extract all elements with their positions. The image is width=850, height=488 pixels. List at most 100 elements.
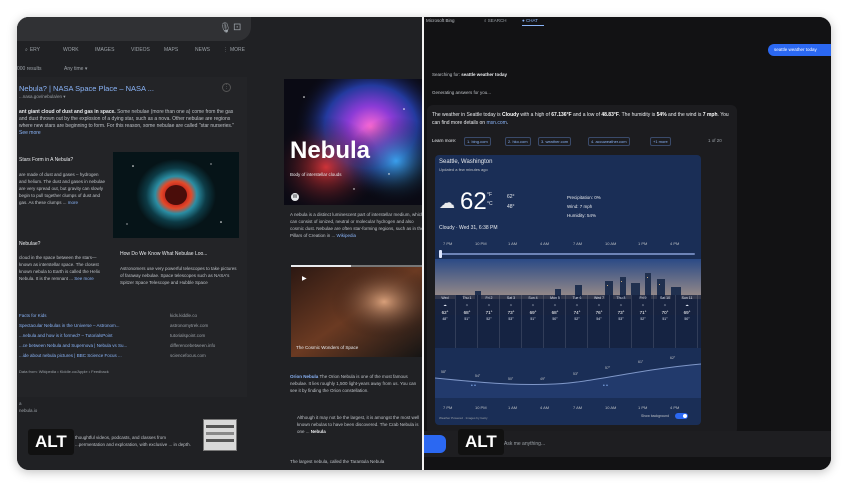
tab-videos[interactable]: VIDEOS	[131, 47, 150, 53]
source-chip[interactable]: 3. weather.com	[538, 137, 572, 146]
msn-link[interactable]: msn.com	[486, 120, 506, 126]
orion-paragraph: Orion Nebula The Orion Nebula is one of …	[290, 373, 422, 394]
more-link[interactable]: more	[68, 200, 78, 205]
sun-icon: ☼	[641, 303, 645, 307]
kp-video[interactable]	[291, 265, 422, 357]
forecast-day[interactable]: Sun 11 ☁ 69° 50°	[677, 295, 698, 348]
day-low: 54°	[596, 317, 602, 321]
result-title-link[interactable]: Nebula? | NASA Space Place – NASA ...	[19, 84, 154, 93]
cloud-icon: ☁	[439, 195, 455, 212]
answer-part: The weather in Seattle today is	[432, 112, 503, 118]
camera-icon[interactable]: ⊡	[233, 22, 241, 33]
source-chip[interactable]: 4. accuweather.com	[588, 137, 630, 146]
forecast-day[interactable]: Sun 4 ☼ 69° 51°	[523, 295, 544, 348]
ask-input[interactable]: Ask me anything...	[504, 441, 545, 447]
tab-maps[interactable]: MAPS	[164, 47, 178, 53]
wikipedia-icon[interactable]: W	[291, 193, 299, 201]
unit-toggle[interactable]: °F °C	[487, 191, 493, 209]
weather-updated: Updated a few minutes ago	[439, 167, 488, 172]
show-background-label: Show background	[641, 414, 670, 418]
link-title[interactable]: ...ide about nebula pictures | BBC Scien…	[19, 353, 122, 358]
hour-label: 10 PM	[475, 241, 487, 246]
hour-label: 7 AM	[573, 405, 583, 410]
show-background-toggle[interactable]	[675, 413, 688, 419]
forecast-day[interactable]: Tue 6 ☼ 74° 52°	[567, 295, 588, 348]
day-label: Sun 11	[681, 296, 693, 300]
more-sources-chip[interactable]: +1 more	[650, 137, 671, 146]
graph-temp: 62°	[670, 356, 676, 360]
split-divider[interactable]	[422, 17, 424, 470]
see-more-link[interactable]: See more	[19, 130, 41, 136]
result-url[interactable]: ...nasa.gov/nebula/en ▾	[19, 94, 66, 100]
tab-news[interactable]: NEWS	[195, 47, 210, 53]
tab-search[interactable]: ⌕ SEARCH	[484, 18, 507, 23]
forecast-day[interactable]: Thu 1 ☼ 68° 51°	[457, 295, 478, 348]
fragment-line: a	[19, 401, 22, 406]
video-thumbnail[interactable]	[203, 419, 237, 451]
tab-images[interactable]: IMAGES	[95, 47, 114, 53]
day-high: 68°	[463, 310, 471, 315]
orion-highlight[interactable]: Orion Nebula	[290, 374, 318, 379]
question-stars-answer: are made of dust and gases – hydrogen an…	[19, 171, 105, 206]
lo-temp: 48°	[507, 204, 515, 210]
question-how-we-know[interactable]: How Do We Know What Nebulae Loo...	[120, 251, 207, 257]
link-title[interactable]: Facts for Kids	[19, 313, 47, 318]
unit-f[interactable]: °F	[487, 191, 493, 200]
tab-everything[interactable]: ⌕ ERY	[25, 47, 40, 53]
tab-label: ERY	[29, 47, 41, 53]
bing-logo[interactable]: Microsoft Bing	[426, 18, 455, 23]
day-high: 76°	[595, 310, 603, 315]
forecast-day[interactable]: Mon 5 ☼ 68° 50°	[545, 295, 566, 348]
unit-c[interactable]: °C	[487, 200, 493, 209]
forecast-day[interactable]: Wed 7 ☼ 76° 54°	[589, 295, 610, 348]
graph-hour-labels: 7 PM 10 PM 1 AM 4 AM 7 AM 10 AM 1 PM 4 P…	[435, 405, 701, 413]
new-topic-button[interactable]	[424, 435, 446, 453]
forecast-day[interactable]: Wed ☁ 62° 48°	[435, 295, 456, 348]
kp-description: A nebula is a distinct luminescent part …	[290, 211, 422, 239]
day-label: Thu 1	[462, 296, 472, 300]
hour-label: 1 PM	[638, 405, 648, 410]
day-high: 69°	[529, 310, 537, 315]
forecast-day[interactable]: Thu 8 ☼ 73° 53°	[611, 295, 632, 348]
helix-nebula-image[interactable]	[113, 152, 239, 238]
forecast-day[interactable]: Sat 10 ☼ 70° 51°	[655, 295, 676, 348]
forecast-day[interactable]: Fri 2 ☼ 71° 52°	[479, 295, 500, 348]
question-how-answer: Astronomers use very powerful telescopes…	[120, 266, 237, 285]
links-source: Data from: Wikipedia • Kiddle.co/Apple •…	[19, 369, 109, 374]
day-low: 52°	[574, 317, 580, 321]
slider-handle[interactable]	[439, 250, 442, 258]
day-high: 69°	[683, 310, 691, 315]
user-message: seattle weather today	[768, 44, 831, 56]
day-low: 53°	[508, 317, 514, 321]
link-domain: tutorialspoint.com	[170, 333, 206, 338]
question-nebulae[interactable]: Nebulae?	[19, 241, 40, 247]
weather-card[interactable]: Seattle, Washington Updated a few minute…	[435, 155, 701, 425]
video-caption: The Cosmic Wonders of Space	[296, 345, 359, 350]
forecast-day[interactable]: Fri 9 ☼ 71° 52°	[633, 295, 654, 348]
forecast-day[interactable]: Sat 3 ☼ 73° 53°	[501, 295, 522, 348]
graph-temp: 54°	[475, 374, 481, 378]
fragment-line: nebula.io	[19, 408, 38, 413]
tab-more[interactable]: ⋮ MORE	[223, 47, 245, 53]
microphone-icon[interactable]: 🎙	[219, 23, 232, 34]
hour-label: 1 AM	[508, 241, 518, 246]
question-stars-form[interactable]: Stars Form in A Nebula?	[19, 157, 73, 163]
tab-work[interactable]: WORK	[63, 47, 79, 53]
link-title[interactable]: Spectacular Nebulas in the Universe – As…	[19, 323, 120, 328]
day-label: Sat 3	[506, 296, 516, 300]
play-icon[interactable]: ▶	[302, 275, 307, 282]
source-chip[interactable]: 2. hko.com	[505, 137, 531, 146]
see-more-link[interactable]: See more	[74, 276, 94, 281]
link-title[interactable]: ...ce between Nebula and Supernova | Neb…	[19, 343, 127, 348]
link-title[interactable]: ...nebula and how is it formed? – Tutori…	[19, 333, 113, 338]
info-icon[interactable]: ⋮	[222, 83, 231, 92]
sun-icon: ☼	[663, 303, 667, 307]
any-time-filter[interactable]: Any time ▾	[64, 66, 87, 72]
search-bar[interactable]: 🎙 ⊡	[17, 17, 251, 41]
source-chip[interactable]: 1. bing.com	[464, 137, 491, 146]
searching-query: seattle weather today	[461, 72, 508, 77]
time-slider[interactable]	[441, 253, 695, 255]
tab-chat[interactable]: ● CHAT	[522, 18, 538, 23]
day-high: 68°	[551, 310, 559, 315]
wikipedia-link[interactable]: Wikipedia	[337, 233, 357, 238]
